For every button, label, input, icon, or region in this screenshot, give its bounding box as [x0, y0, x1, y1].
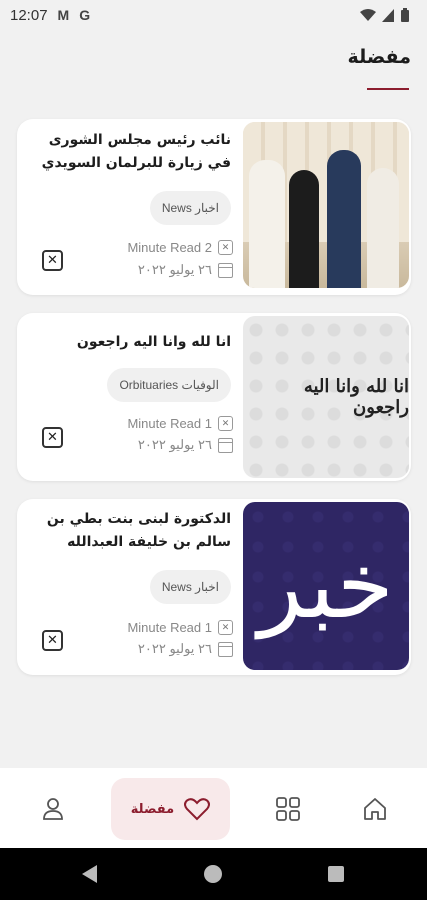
system-nav-bar [0, 848, 427, 900]
logo-glyph: خبر [258, 532, 394, 639]
card-title: انا لله وانا اليه راجعون [76, 334, 231, 350]
favorite-card[interactable]: نائب رئيس مجلس الشورى في زيارة للبرلمان … [17, 119, 411, 295]
remove-favorite-button[interactable]: ✕ [42, 630, 63, 651]
nav-favorites[interactable]: مفضلة [111, 778, 230, 840]
delegation-photo [243, 122, 409, 288]
card-image: خبر [243, 502, 409, 670]
date-text: ٢٦ يوليو ٢٠٢٢ [137, 437, 212, 452]
read-time: Minute Read 1 ✕ [127, 416, 233, 431]
card-title: نائب رئيس مجلس الشورى في زيارة للبرلمان … [41, 132, 231, 171]
publish-date: ٢٦ يوليو ٢٠٢٢ [138, 437, 233, 453]
status-time: 12:07 [10, 6, 48, 24]
remove-favorite-button[interactable]: ✕ [42, 250, 63, 271]
calendar-icon [218, 641, 233, 657]
title-underline [367, 88, 409, 90]
home-icon [364, 798, 386, 820]
remove-favorite-button[interactable]: ✕ [42, 427, 63, 448]
clock-icon: ✕ [218, 416, 233, 431]
calendar-icon [218, 437, 233, 453]
date-text: ٢٦ يوليو ٢٠٢٢ [137, 641, 212, 656]
nav-home[interactable] [352, 778, 398, 840]
page-title: مفضلة [347, 46, 411, 68]
nav-categories[interactable] [265, 778, 311, 840]
publish-date: ٢٦ يوليو ٢٠٢٢ [138, 641, 233, 657]
read-time-text: Minute Read 2 [127, 240, 212, 255]
back-icon[interactable] [82, 865, 97, 883]
bottom-nav: مفضلة [0, 768, 427, 848]
read-time-text: Minute Read 1 [127, 416, 212, 431]
read-time: Minute Read 2 ✕ [127, 240, 233, 255]
wifi-icon [360, 8, 376, 21]
clock-icon: ✕ [218, 240, 233, 255]
card-title: الدكتورة لبنى بنت بطي بن سالم بن خليفة ا… [46, 511, 231, 550]
category-tag[interactable]: News اخبار [149, 191, 231, 225]
category-tag[interactable]: News اخبار [149, 570, 231, 604]
battery-icon [401, 8, 409, 22]
category-tag[interactable]: Orbituaries الوفيات [107, 368, 231, 402]
nav-favorites-label: مفضلة [130, 801, 175, 817]
calligraphy-text: انا لله وانا اليه راجعون [303, 376, 409, 418]
google-icon: G [79, 7, 91, 23]
favorite-card[interactable]: انا لله وانا اليه راجعون انا لله وانا ال… [17, 313, 411, 481]
grid-icon [276, 797, 300, 821]
gmail-icon: M [57, 7, 70, 23]
heart-icon [184, 797, 211, 820]
condolence-calligraphy: انا لله وانا اليه راجعون [243, 316, 409, 478]
clock-icon: ✕ [218, 620, 233, 635]
card-image: انا لله وانا اليه راجعون [243, 316, 409, 478]
nav-profile[interactable] [30, 778, 76, 840]
profile-icon [43, 798, 63, 820]
publish-date: ٢٦ يوليو ٢٠٢٢ [138, 262, 233, 278]
signal-icon [382, 8, 394, 22]
recents-icon[interactable] [328, 866, 344, 882]
favorite-card[interactable]: خبر الدكتورة لبنى بنت بطي بن سالم بن خلي… [17, 499, 411, 675]
date-text: ٢٦ يوليو ٢٠٢٢ [137, 262, 212, 277]
home-button-icon[interactable] [204, 865, 222, 883]
status-bar: 12:07 M G [0, 0, 427, 30]
card-image [243, 122, 409, 288]
calendar-icon [218, 262, 233, 278]
khabar-logo: خبر [243, 502, 409, 670]
page-header: مفضلة [211, 46, 411, 96]
read-time-text: Minute Read 1 [127, 620, 212, 635]
read-time: Minute Read 1 ✕ [127, 620, 233, 635]
